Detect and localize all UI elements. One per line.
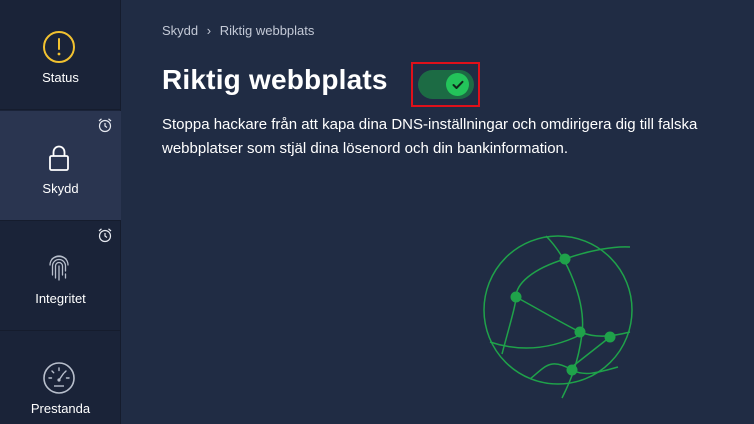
- sidebar-item-skydd[interactable]: Skydd: [0, 111, 121, 221]
- speedometer-icon: [43, 362, 75, 394]
- alarm-clock-icon: [98, 228, 112, 243]
- sidebar-item-label: Prestanda: [30, 401, 91, 416]
- breadcrumb-separator: ›: [206, 23, 212, 38]
- sidebar: Status Skydd Integritet Prestanda: [0, 0, 121, 424]
- fingerprint-icon: [49, 255, 69, 281]
- lock-icon: [49, 145, 69, 171]
- alarm-clock-icon: [98, 118, 112, 133]
- breadcrumb-current: Riktig webbplats: [219, 23, 315, 38]
- toggle-highlight: [411, 62, 480, 107]
- feature-toggle[interactable]: [418, 70, 474, 99]
- sidebar-item-label: Integritet: [35, 291, 86, 306]
- checkmark-icon: [452, 80, 463, 89]
- sidebar-item-integritet[interactable]: Integritet: [0, 221, 121, 331]
- toggle-knob: [446, 73, 469, 96]
- sidebar-item-label: Skydd: [42, 181, 79, 196]
- feature-description: Stoppa hackare från att kapa dina DNS-in…: [162, 116, 698, 157]
- sidebar-item-status[interactable]: Status: [0, 0, 121, 110]
- breadcrumb-parent-link[interactable]: Skydd: [162, 23, 198, 38]
- page-title: Riktig webbplats: [162, 64, 388, 95]
- sidebar-item-prestanda[interactable]: Prestanda: [0, 331, 121, 424]
- alert-circle-icon: [43, 31, 75, 63]
- sidebar-item-label: Status: [42, 70, 79, 85]
- breadcrumb: Skydd › Riktig webbplats: [162, 23, 314, 38]
- globe-network-illustration: [483, 235, 633, 399]
